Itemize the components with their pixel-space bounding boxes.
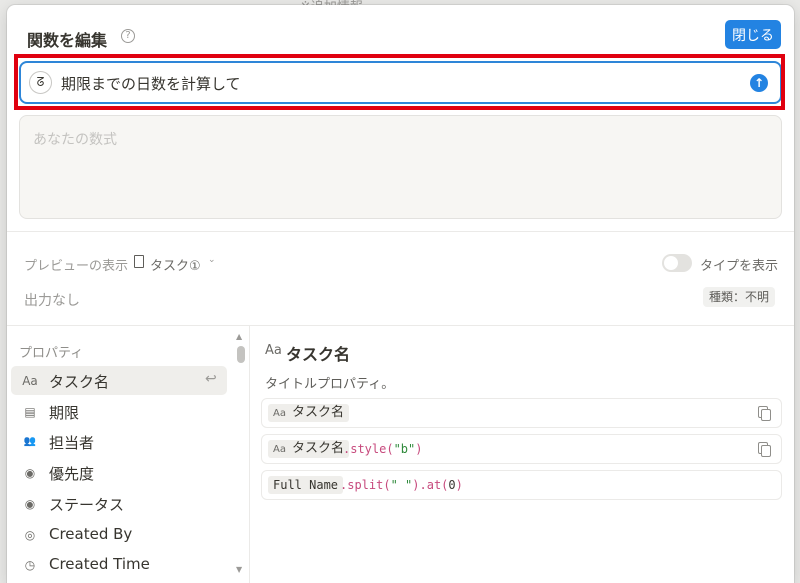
- property-item-created-by[interactable]: ◎ Created By: [11, 520, 227, 549]
- close-button[interactable]: 閉じる: [725, 20, 781, 49]
- divider: [7, 231, 794, 232]
- property-item-deadline[interactable]: ▤ 期限: [11, 397, 227, 426]
- property-item-status[interactable]: ◉ ステータス: [11, 489, 227, 518]
- calendar-icon: ▤: [24, 405, 36, 419]
- example-snippet[interactable]: Aa タスク名 .style("b"): [261, 434, 782, 464]
- question-circle-icon[interactable]: ?: [121, 29, 135, 43]
- copy-icon[interactable]: [758, 442, 771, 457]
- scroll-down-icon[interactable]: ▼: [236, 565, 242, 574]
- clock-icon: ◷: [24, 558, 36, 572]
- detail-title: タスク名: [286, 345, 351, 364]
- chip-label: Full Name: [273, 478, 339, 492]
- preview-page-select[interactable]: タスク①: [150, 255, 201, 274]
- people-icon: 👥: [23, 436, 37, 447]
- show-type-toggle[interactable]: [662, 254, 692, 272]
- property-label: Created Time: [49, 555, 150, 573]
- property-item-assignee[interactable]: 👥 担当者: [11, 427, 227, 456]
- scroll-up-icon[interactable]: ▲: [236, 332, 242, 341]
- type-badge: 種類：不明: [703, 287, 776, 307]
- status-icon: ◉: [24, 497, 36, 511]
- property-label: 優先度: [49, 465, 95, 483]
- property-chip: Aa タスク名: [268, 440, 349, 458]
- modal-title: 関数を編集: [27, 31, 108, 50]
- scrollbar-thumb[interactable]: [237, 346, 245, 363]
- property-label: タスク名: [49, 373, 110, 391]
- code-method: .style(: [343, 442, 394, 456]
- show-type-label: タイプを表示: [700, 259, 779, 274]
- property-detail: Aa タスク名 タイトルプロパティ。 Aa タスク名 Aa タスク名 .style(…: [250, 326, 794, 583]
- enter-icon: ↩: [205, 371, 217, 387]
- text-aa-icon: Aa: [273, 408, 286, 419]
- properties-header: プロパティ: [19, 346, 84, 361]
- code-number: 0: [448, 478, 456, 492]
- code-close: ): [415, 442, 423, 456]
- formula-placeholder: あなたの数式: [33, 132, 117, 148]
- select-icon: ◉: [24, 466, 36, 480]
- user-circle-icon: ◎: [24, 528, 36, 542]
- code-method: ).at(: [412, 478, 449, 492]
- toggle-knob: [664, 256, 678, 270]
- property-label: 担当者: [49, 434, 95, 452]
- property-label: Created By: [49, 525, 133, 543]
- example-snippet[interactable]: Full Name .split(" ").at(0): [261, 470, 782, 500]
- code-string: "b": [393, 442, 416, 456]
- formula-editor[interactable]: あなたの数式: [19, 115, 782, 219]
- code-text: .style("b"): [343, 440, 423, 458]
- edit-function-modal: 関数を編集 ? 閉じる ᘔ 期限までの日数を計算して ↑ あなたの数式 プレビュ…: [7, 5, 794, 583]
- chip-label: タスク名: [291, 441, 344, 456]
- property-chip: Aa タスク名: [268, 404, 349, 422]
- text-aa-icon: Aa: [22, 374, 38, 388]
- example-snippet[interactable]: Aa タスク名: [261, 398, 782, 428]
- property-label: 期限: [49, 404, 80, 422]
- property-item-created-time[interactable]: ◷ Created Time: [11, 550, 227, 579]
- highlight-box: [14, 54, 785, 110]
- chevron-down-icon[interactable]: ⌄: [208, 255, 216, 265]
- property-item-task-name[interactable]: Aa タスク名 ↩: [11, 366, 227, 395]
- preview-label: プレビューの表示: [24, 259, 129, 274]
- property-chip: Full Name: [268, 476, 344, 494]
- text-aa-icon: Aa: [273, 444, 286, 455]
- detail-description: タイトルプロパティ。: [265, 377, 395, 392]
- property-label: ステータス: [49, 496, 125, 514]
- code-text: .split(" ").at(0): [340, 476, 463, 494]
- properties-list: プロパティ ▲ ▼ Aa タスク名 ↩ ▤ 期限 👥 担当者 ◉ 優先度 ◉ ス…: [7, 326, 250, 583]
- output-text: 出力なし: [24, 293, 80, 309]
- property-item-priority[interactable]: ◉ 優先度: [11, 458, 227, 487]
- code-string: " ": [390, 478, 413, 492]
- text-aa-icon: Aa: [265, 343, 282, 358]
- code-close: ): [455, 478, 463, 492]
- copy-icon[interactable]: [758, 406, 771, 421]
- page-icon: [134, 255, 144, 268]
- code-method: .split(: [340, 478, 391, 492]
- chip-label: タスク名: [291, 405, 344, 420]
